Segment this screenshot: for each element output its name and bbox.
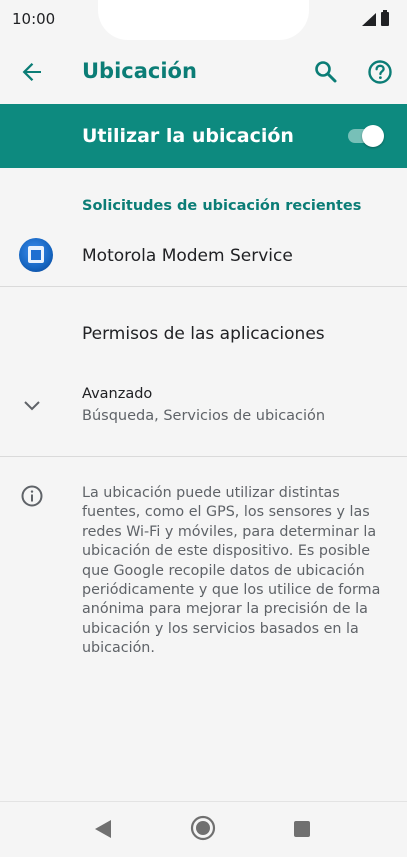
advanced-title[interactable]: Avanzado — [82, 386, 152, 402]
nav-recents-icon[interactable] — [294, 821, 310, 837]
location-info-text: La ubicación puede utilizar distintas fu… — [82, 485, 381, 657]
toggle-thumb[interactable] — [362, 125, 384, 147]
signal-icon — [362, 13, 376, 26]
advanced-subtitle: Búsqueda, Servicios de ubicación — [82, 408, 326, 424]
info-icon — [21, 485, 43, 507]
display-notch — [98, 0, 309, 40]
divider — [0, 456, 407, 457]
app-icon-glyph-inner — [31, 250, 41, 260]
nav-home-icon[interactable] — [190, 815, 216, 841]
search-icon[interactable] — [310, 56, 342, 88]
status-time: 10:00 — [12, 10, 56, 28]
page-title: Ubicación — [82, 59, 197, 83]
app-bar — [0, 40, 407, 104]
app-permissions-item[interactable]: Permisos de las aplicaciones — [82, 324, 325, 344]
battery-icon — [381, 10, 389, 26]
divider — [0, 286, 407, 287]
help-icon[interactable] — [364, 56, 396, 88]
recent-requests-header: Solicitudes de ubicación recientes — [82, 198, 362, 214]
chevron-down-icon[interactable] — [20, 394, 44, 418]
nav-back-icon[interactable] — [94, 819, 112, 839]
use-location-label: Utilizar la ubicación — [82, 125, 294, 147]
arrow-back-icon[interactable] — [16, 56, 48, 88]
app-label: Motorola Modem Service — [82, 246, 293, 266]
